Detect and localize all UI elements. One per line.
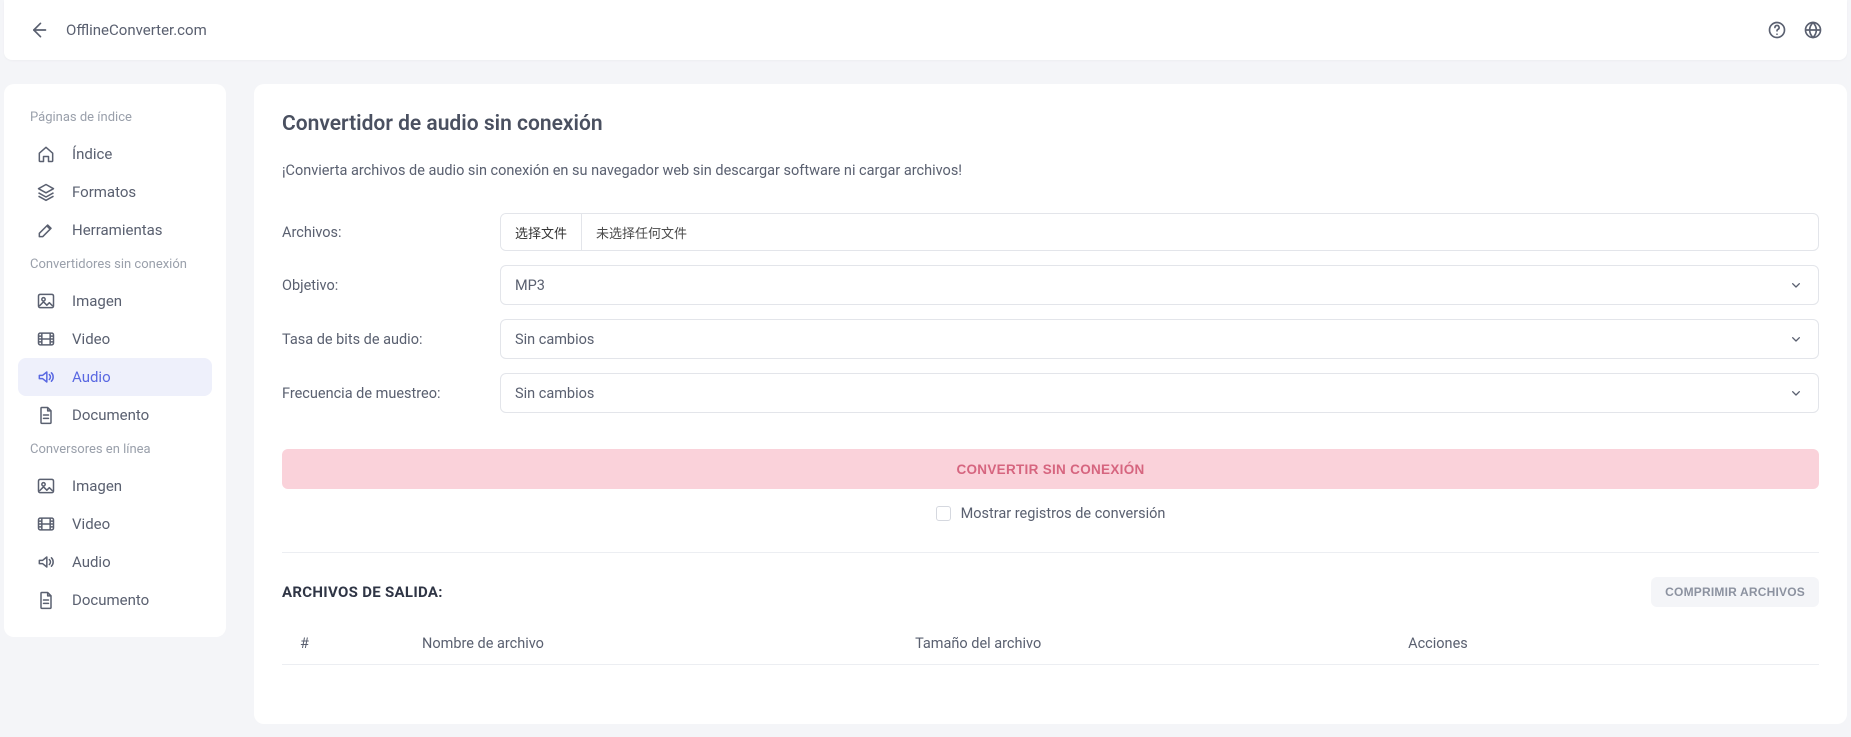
sidebar-item-label: Video: [72, 515, 110, 533]
table-header: # Nombre de archivo Tamaño del archivo A…: [282, 629, 1819, 665]
image-icon: [36, 476, 56, 496]
output-table: # Nombre de archivo Tamaño del archivo A…: [282, 629, 1819, 665]
bitrate-label: Tasa de bits de audio:: [282, 331, 500, 348]
sidebar: Páginas de índice Índice Formatos Herram…: [4, 84, 226, 637]
sidebar-item-label: Imagen: [72, 477, 122, 495]
files-label: Archivos:: [282, 224, 500, 241]
target-label: Objetivo:: [282, 277, 500, 294]
file-placeholder: 未选择任何文件: [582, 223, 701, 242]
video-icon: [36, 329, 56, 349]
sidebar-item-label: Formatos: [72, 183, 136, 201]
compress-button[interactable]: COMPRIMIR ARCHIVOS: [1651, 577, 1819, 607]
sidebar-item-online-image[interactable]: Imagen: [18, 467, 212, 505]
sidebar-item-label: Video: [72, 330, 110, 348]
output-title: ARCHIVOS DE SALIDA:: [282, 583, 443, 601]
target-select[interactable]: MP3: [500, 265, 1819, 305]
sidebar-item-online-video[interactable]: Video: [18, 505, 212, 543]
col-actions: Acciones: [1408, 635, 1819, 652]
samplerate-select[interactable]: Sin cambios: [500, 373, 1819, 413]
topbar: OfflineConverter.com: [4, 0, 1847, 60]
page-subtitle: ¡Convierta archivos de audio sin conexió…: [282, 162, 1819, 179]
sidebar-item-index[interactable]: Índice: [18, 135, 212, 173]
sidebar-item-offline-document[interactable]: Documento: [18, 396, 212, 434]
bitrate-select[interactable]: Sin cambios: [500, 319, 1819, 359]
home-icon: [36, 144, 56, 164]
audio-icon: [36, 367, 56, 387]
document-icon: [36, 590, 56, 610]
samplerate-value: Sin cambios: [515, 385, 594, 402]
bitrate-value: Sin cambios: [515, 331, 594, 348]
audio-icon: [36, 552, 56, 572]
document-icon: [36, 405, 56, 425]
sidebar-item-offline-audio[interactable]: Audio: [18, 358, 212, 396]
col-filesize: Tamaño del archivo: [915, 635, 1408, 652]
divider: [282, 552, 1819, 553]
edit-icon: [36, 220, 56, 240]
sidebar-item-label: Audio: [72, 553, 111, 571]
sidebar-section-label: Conversores en línea: [12, 434, 218, 467]
sidebar-item-offline-image[interactable]: Imagen: [18, 282, 212, 320]
sidebar-item-label: Documento: [72, 591, 149, 609]
site-title[interactable]: OfflineConverter.com: [66, 21, 207, 39]
sidebar-item-label: Imagen: [72, 292, 122, 310]
sidebar-item-online-audio[interactable]: Audio: [18, 543, 212, 581]
back-arrow-icon[interactable]: [28, 20, 48, 40]
sidebar-item-label: Índice: [72, 145, 112, 163]
sidebar-item-label: Herramientas: [72, 221, 163, 239]
file-input[interactable]: 选择文件 未选择任何文件: [500, 213, 1819, 251]
video-icon: [36, 514, 56, 534]
page-title: Convertidor de audio sin conexión: [282, 112, 1819, 136]
chevron-down-icon: [1788, 277, 1804, 293]
chevron-down-icon: [1788, 331, 1804, 347]
image-icon: [36, 291, 56, 311]
sidebar-item-tools[interactable]: Herramientas: [18, 211, 212, 249]
sidebar-item-label: Audio: [72, 368, 111, 386]
choose-file-button[interactable]: 选择文件: [501, 214, 582, 250]
target-value: MP3: [515, 277, 545, 294]
show-logs-label: Mostrar registros de conversión: [961, 505, 1166, 522]
globe-icon[interactable]: [1803, 20, 1823, 40]
help-icon[interactable]: [1767, 20, 1787, 40]
sidebar-section-label: Páginas de índice: [12, 102, 218, 135]
samplerate-label: Frecuencia de muestreo:: [282, 385, 500, 402]
sidebar-item-online-document[interactable]: Documento: [18, 581, 212, 619]
col-index: #: [282, 635, 422, 652]
col-filename: Nombre de archivo: [422, 635, 915, 652]
convert-button[interactable]: CONVERTIR SIN CONEXIÓN: [282, 449, 1819, 489]
main-panel: Convertidor de audio sin conexión ¡Convi…: [254, 84, 1847, 724]
chevron-down-icon: [1788, 385, 1804, 401]
show-logs-checkbox[interactable]: [936, 506, 951, 521]
sidebar-item-offline-video[interactable]: Video: [18, 320, 212, 358]
sidebar-item-formats[interactable]: Formatos: [18, 173, 212, 211]
sidebar-item-label: Documento: [72, 406, 149, 424]
sidebar-section-label: Convertidores sin conexión: [12, 249, 218, 282]
layers-icon: [36, 182, 56, 202]
